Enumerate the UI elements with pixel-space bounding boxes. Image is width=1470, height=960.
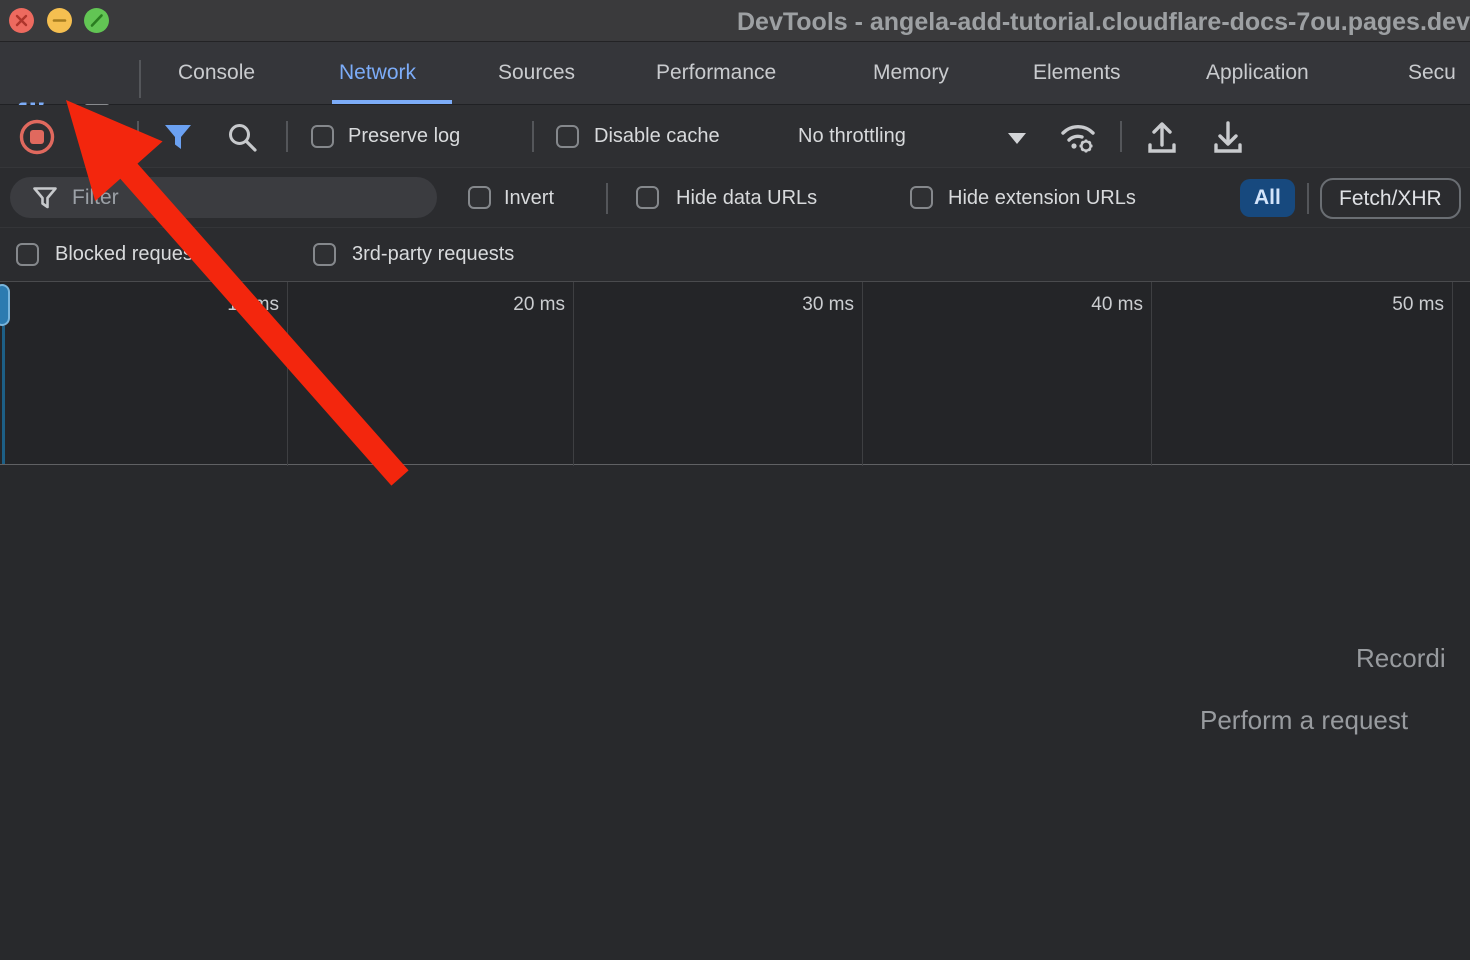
blocked-requests-checkbox[interactable] bbox=[16, 243, 39, 266]
network-filter-row: Filter Invert Hide data URLs Hide extens… bbox=[0, 168, 1470, 228]
funnel-outline-icon bbox=[32, 186, 58, 210]
preserve-log-checkbox[interactable] bbox=[311, 125, 334, 148]
toolbar-separator bbox=[1120, 121, 1122, 152]
type-filter-fetch-xhr-button[interactable]: Fetch/XHR bbox=[1320, 178, 1461, 219]
disable-cache-label[interactable]: Disable cache bbox=[594, 105, 720, 168]
timeline-gridline bbox=[862, 282, 863, 466]
tab-security[interactable]: Secu bbox=[1408, 42, 1456, 104]
hide-extension-urls-label[interactable]: Hide extension URLs bbox=[948, 168, 1136, 228]
network-filter-row2: Blocked requests 3rd-party requests bbox=[0, 228, 1470, 281]
tab-console[interactable]: Console bbox=[178, 42, 255, 104]
hide-data-urls-checkbox[interactable] bbox=[636, 186, 659, 209]
timeline-tick-40ms: 40 ms bbox=[1033, 294, 1143, 316]
network-overview-timeline[interactable]: 10 ms 20 ms 30 ms 40 ms 50 ms bbox=[0, 281, 1470, 465]
toolbar-separator bbox=[532, 121, 534, 152]
third-party-requests-label[interactable]: 3rd-party requests bbox=[352, 228, 514, 281]
tab-network[interactable]: Network bbox=[339, 42, 416, 104]
recording-status-text: Recordi bbox=[1356, 643, 1446, 674]
timeline-gridline bbox=[287, 282, 288, 466]
import-har-icon[interactable] bbox=[1142, 119, 1182, 157]
overview-window-edge bbox=[2, 326, 5, 464]
tab-application[interactable]: Application bbox=[1206, 42, 1309, 104]
minimize-window-button[interactable] bbox=[47, 8, 72, 33]
invert-checkbox[interactable] bbox=[468, 186, 491, 209]
record-network-log-icon[interactable] bbox=[19, 119, 55, 155]
third-party-requests-checkbox[interactable] bbox=[313, 243, 336, 266]
filter-placeholder: Filter bbox=[72, 177, 119, 218]
devtools-window: DevTools - angela-add-tutorial.cloudflar… bbox=[0, 0, 1470, 960]
window-title: DevTools - angela-add-tutorial.cloudflar… bbox=[737, 0, 1470, 42]
toolbar-separator bbox=[137, 121, 139, 152]
active-tab-underline bbox=[332, 100, 452, 104]
tab-performance[interactable]: Performance bbox=[656, 42, 776, 104]
blocked-requests-label[interactable]: Blocked requests bbox=[55, 228, 208, 281]
devtools-tabbar: Console Network Sources Performance Memo… bbox=[0, 42, 1470, 105]
export-har-icon[interactable] bbox=[1208, 119, 1248, 157]
filter-input[interactable]: Filter bbox=[10, 177, 437, 218]
throttling-select[interactable]: No throttling bbox=[798, 105, 906, 168]
filter-separator bbox=[606, 183, 608, 214]
disable-cache-checkbox[interactable] bbox=[556, 125, 579, 148]
perform-request-hint-text: Perform a request bbox=[1200, 705, 1408, 736]
timeline-tick-30ms: 30 ms bbox=[744, 294, 854, 316]
tab-sources[interactable]: Sources bbox=[498, 42, 575, 104]
timeline-gridline bbox=[573, 282, 574, 466]
toolbar-separator bbox=[286, 121, 288, 152]
network-conditions-icon[interactable] bbox=[1056, 118, 1100, 156]
timeline-gridline bbox=[1151, 282, 1152, 466]
tab-elements[interactable]: Elements bbox=[1033, 42, 1121, 104]
close-window-button[interactable] bbox=[9, 8, 34, 33]
type-filter-all-button[interactable]: All bbox=[1240, 179, 1295, 217]
zoom-window-button[interactable] bbox=[84, 8, 109, 33]
timeline-tick-10ms: 10 ms bbox=[169, 294, 279, 316]
filter-funnel-icon[interactable] bbox=[162, 122, 194, 152]
clear-network-log-icon[interactable] bbox=[84, 121, 116, 153]
hide-data-urls-label[interactable]: Hide data URLs bbox=[676, 168, 817, 228]
timeline-tick-20ms: 20 ms bbox=[455, 294, 565, 316]
network-toolbar: Preserve log Disable cache No throttling bbox=[0, 105, 1470, 168]
timeline-tick-50ms: 50 ms bbox=[1334, 294, 1444, 316]
filter-separator bbox=[1307, 183, 1309, 214]
title-bar: DevTools - angela-add-tutorial.cloudflar… bbox=[0, 0, 1470, 42]
search-icon[interactable] bbox=[226, 121, 260, 155]
preserve-log-label[interactable]: Preserve log bbox=[348, 105, 460, 168]
overview-window-handle[interactable] bbox=[0, 284, 10, 326]
timeline-gridline bbox=[1452, 282, 1453, 466]
invert-label[interactable]: Invert bbox=[504, 168, 554, 228]
tab-memory[interactable]: Memory bbox=[873, 42, 949, 104]
hide-extension-urls-checkbox[interactable] bbox=[910, 186, 933, 209]
chevron-down-icon[interactable] bbox=[1006, 131, 1028, 145]
tabbar-separator bbox=[139, 60, 141, 98]
